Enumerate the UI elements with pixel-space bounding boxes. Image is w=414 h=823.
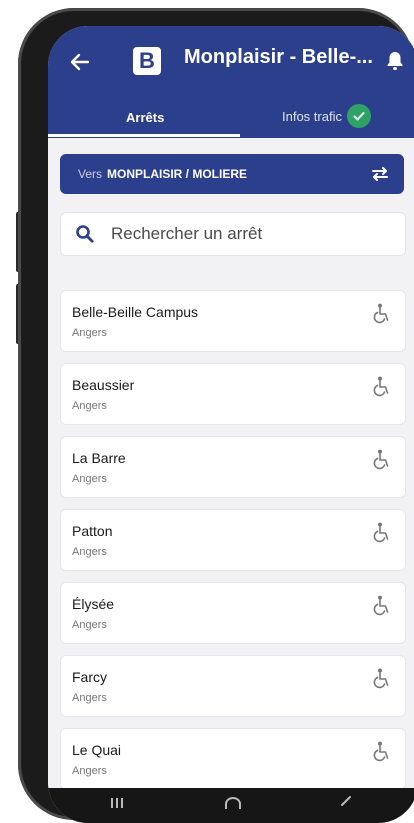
direction-prefix: Vers <box>78 167 103 181</box>
app-screen: B Monplaisir - Belle-... Arrêts Infos tr… <box>48 26 414 823</box>
stop-name: Patton <box>72 523 113 539</box>
stop-name: La Barre <box>72 450 126 466</box>
wheelchair-accessible-icon <box>371 376 391 398</box>
stop-search-box[interactable] <box>60 212 406 256</box>
stop-name: Élysée <box>72 596 115 612</box>
stop-city: Angers <box>72 327 107 339</box>
active-tab-indicator <box>48 134 240 137</box>
wheelchair-accessible-icon <box>371 303 391 325</box>
stop-name: Belle-Beille Campus <box>72 304 199 320</box>
phone-frame: B Monplaisir - Belle-... Arrêts Infos tr… <box>18 8 414 823</box>
tab-traffic-label: Infos trafic <box>282 108 342 124</box>
check-circle-icon <box>346 104 371 128</box>
stop-city: Angers <box>72 400 107 412</box>
swap-arrows-icon[interactable] <box>370 164 390 184</box>
stop-name: Farcy <box>72 669 107 685</box>
page-title: Monplaisir - Belle-... <box>184 46 373 68</box>
direction-destination: MONPLAISIR / MOLIERE <box>107 167 248 181</box>
wheelchair-accessible-icon <box>371 668 391 690</box>
stop-name: Beaussier <box>72 377 135 393</box>
stop-card[interactable]: Belle-Beille Campus Angers <box>60 290 406 352</box>
tab-stops-label: Arrêts <box>126 110 165 125</box>
stop-city: Angers <box>72 546 107 558</box>
wheelchair-accessible-icon <box>371 449 391 471</box>
stop-city: Angers <box>72 473 107 485</box>
wheelchair-accessible-icon <box>371 741 391 763</box>
stop-city: Angers <box>72 765 107 777</box>
stop-card[interactable]: Farcy Angers <box>60 655 406 717</box>
stop-city: Angers <box>72 692 107 704</box>
recents-icon[interactable] <box>108 796 126 810</box>
search-input[interactable] <box>109 223 393 245</box>
home-icon[interactable] <box>223 796 243 810</box>
wheelchair-accessible-icon <box>371 522 391 544</box>
tab-stops[interactable]: Arrêts <box>126 110 164 125</box>
app-header: B Monplaisir - Belle-... Arrêts Infos tr… <box>48 26 414 138</box>
direction-selector[interactable]: Vers MONPLAISIR / MOLIERE <box>60 154 404 194</box>
stop-card[interactable]: Le Quai Angers <box>60 728 406 790</box>
back-arrow-icon[interactable] <box>68 50 92 74</box>
stop-card[interactable]: Patton Angers <box>60 509 406 571</box>
wheelchair-accessible-icon <box>371 595 391 617</box>
line-logo: B <box>133 47 161 75</box>
stop-name: Le Quai <box>72 742 122 758</box>
bell-icon[interactable] <box>385 50 405 72</box>
stop-card[interactable]: Beaussier Angers <box>60 363 406 425</box>
stop-card[interactable]: La Barre Angers <box>60 436 406 498</box>
stop-city: Angers <box>72 619 107 631</box>
stop-list: Belle-Beille Campus Angers Beaussier Angers… <box>60 290 406 801</box>
nav-back-icon[interactable] <box>338 794 354 810</box>
tab-traffic-info[interactable]: Infos trafic <box>282 104 371 128</box>
system-nav-bar <box>48 788 414 823</box>
search-icon <box>76 225 94 243</box>
stop-card[interactable]: Élysée Angers <box>60 582 406 644</box>
